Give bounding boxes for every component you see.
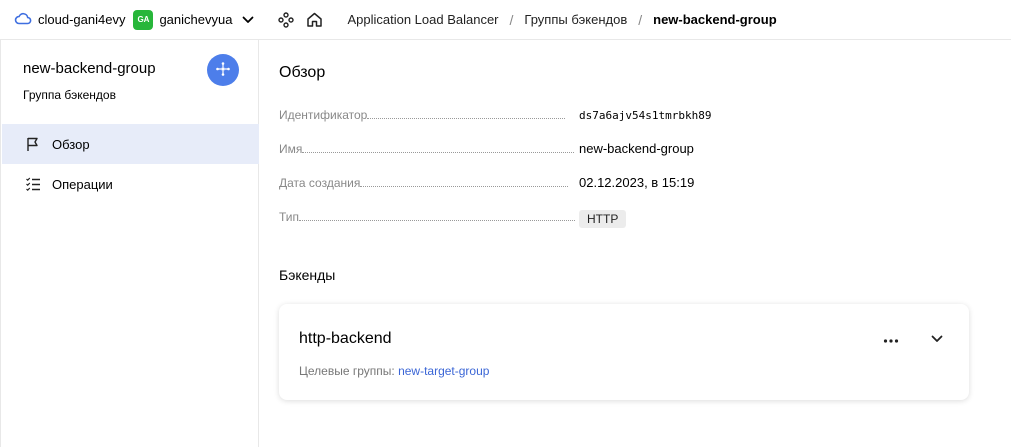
sidebar-item-label: Обзор bbox=[52, 136, 90, 152]
sidebar-title: new-backend-group bbox=[23, 60, 156, 77]
field-key: Тип bbox=[279, 210, 300, 224]
flag-icon bbox=[24, 135, 42, 153]
load-balancer-icon bbox=[215, 61, 231, 80]
breadcrumb-separator: / bbox=[509, 11, 514, 28]
page-title: Обзор bbox=[279, 64, 326, 81]
cloud-icon bbox=[14, 11, 32, 28]
breadcrumb-current: new-backend-group bbox=[653, 12, 777, 27]
list-icon bbox=[24, 175, 42, 193]
services-icon[interactable] bbox=[278, 11, 295, 28]
breadcrumb-separator: / bbox=[638, 11, 643, 28]
top-bar: cloud-gani4evy GA ganichevyua Applicatio… bbox=[0, 0, 1011, 40]
more-actions-button[interactable] bbox=[877, 326, 905, 350]
sidebar-item-label: Операции bbox=[52, 176, 113, 192]
user-name: ganichevyua bbox=[159, 12, 233, 27]
leader-dots bbox=[299, 220, 576, 221]
leader-dots bbox=[360, 186, 569, 187]
field-value: new-backend-group bbox=[579, 141, 694, 156]
cloud-selector[interactable]: cloud-gani4evy bbox=[14, 11, 125, 28]
field-name: Имя new-backend-group bbox=[279, 138, 719, 156]
leader-dots bbox=[302, 152, 575, 153]
backend-card: http-backend Целевые группы: new-target-… bbox=[279, 304, 969, 400]
backend-target-groups: Целевые группы: new-target-group bbox=[299, 364, 489, 378]
more-icon bbox=[883, 331, 899, 346]
expand-button[interactable] bbox=[925, 326, 949, 350]
field-id: Идентификатор ds7a6ajv54s1tmrbkh89 bbox=[279, 104, 719, 122]
field-key: Идентификатор bbox=[279, 108, 368, 122]
target-groups-label: Целевые группы: bbox=[299, 364, 395, 378]
chevron-down-icon[interactable] bbox=[242, 16, 254, 24]
field-type: Тип HTTP bbox=[279, 206, 719, 228]
leader-dots bbox=[367, 118, 566, 119]
service-action-button[interactable] bbox=[207, 54, 239, 86]
user-avatar: GA bbox=[133, 9, 154, 30]
field-key: Дата создания bbox=[279, 176, 361, 190]
breadcrumb-service[interactable]: Application Load Balancer bbox=[347, 12, 498, 27]
backend-name: http-backend bbox=[299, 330, 392, 347]
cloud-name: cloud-gani4evy bbox=[38, 12, 126, 27]
field-value: 02.12.2023, в 15:19 bbox=[579, 175, 695, 190]
home-icon[interactable] bbox=[306, 11, 323, 28]
sidebar-item-operations[interactable]: Операции bbox=[2, 164, 259, 204]
breadcrumb-backend-groups[interactable]: Группы бэкендов bbox=[524, 12, 627, 27]
user-selector[interactable]: GA ganichevyua bbox=[125, 9, 254, 30]
field-value: ds7a6ajv54s1tmrbkh89 bbox=[579, 109, 712, 122]
sidebar-subtitle: Группа бэкендов bbox=[23, 88, 116, 102]
field-key: Имя bbox=[279, 142, 303, 156]
field-created: Дата создания 02.12.2023, в 15:19 bbox=[279, 172, 719, 190]
sidebar: new-backend-group Группа бэкендов Обзор … bbox=[0, 40, 259, 447]
sidebar-item-overview[interactable]: Обзор bbox=[2, 124, 259, 164]
target-group-link[interactable]: new-target-group bbox=[398, 364, 489, 378]
type-tag: HTTP bbox=[579, 210, 627, 228]
type-tag-wrap: HTTP bbox=[579, 210, 627, 228]
backends-title: Бэкенды bbox=[279, 267, 336, 283]
chevron-down-icon bbox=[931, 331, 943, 346]
